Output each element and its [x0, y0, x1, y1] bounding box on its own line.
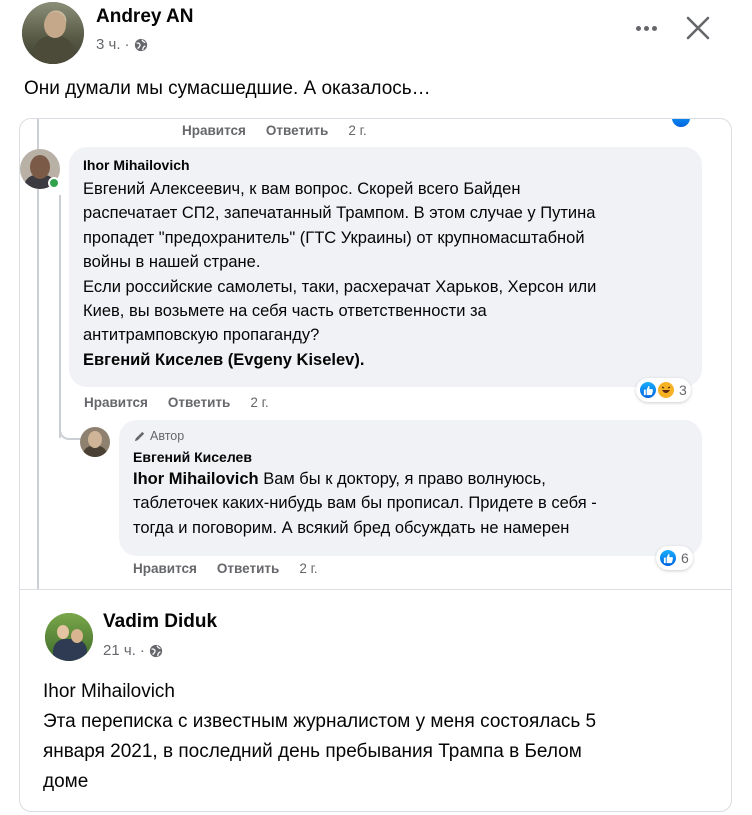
- post-text: Они думали мы сумасшедшие. А оказалось…: [24, 78, 431, 99]
- shared-post-author[interactable]: Vadim Diduk: [103, 611, 217, 633]
- reply-avatar[interactable]: [80, 427, 110, 457]
- reply-link[interactable]: Ответить: [217, 561, 279, 576]
- shared-post-time[interactable]: 21 ч.: [103, 642, 136, 659]
- thread-line: [59, 195, 61, 438]
- post-header: Andrey AN 3 ч. ·: [0, 0, 752, 70]
- comment-bubble: Ihor Mihailovich Евгений Алексеевич, к в…: [69, 147, 702, 387]
- like-link[interactable]: Нравится: [133, 561, 197, 576]
- pencil-icon: [134, 431, 145, 441]
- close-icon[interactable]: [684, 14, 712, 42]
- shared-post-meta: 21 ч. ·: [103, 642, 163, 659]
- more-icon[interactable]: [630, 14, 662, 42]
- comment-time[interactable]: 2 г.: [299, 561, 317, 576]
- reply-link[interactable]: Ответить: [266, 123, 328, 138]
- author-name[interactable]: Andrey AN: [96, 6, 193, 28]
- mention-link[interactable]: Евгений Киселев (Evgeny Kiselev).: [83, 351, 364, 369]
- card-divider: [20, 589, 731, 590]
- post-meta: 3 ч. ·: [96, 36, 148, 53]
- reply-link[interactable]: Ответить: [168, 395, 230, 410]
- shared-post-card[interactable]: Нравится Ответить 2 г. Ihor Mihailovich …: [19, 118, 732, 812]
- comment-actions: Нравится Ответить 2 г.: [84, 395, 269, 410]
- comment-time[interactable]: 2 г.: [348, 123, 366, 138]
- comment-author[interactable]: Ihor Mihailovich: [83, 157, 688, 173]
- author-badge: Автор: [133, 429, 688, 443]
- shared-post-text: Ihor Mihailovich Эта переписка с известн…: [43, 681, 597, 792]
- post-time[interactable]: 3 ч.: [96, 36, 121, 53]
- reply-text: Ihor Mihailovich Вам бы к доктору, я пра…: [133, 470, 597, 537]
- author-avatar[interactable]: [22, 2, 84, 64]
- thread-line-outer: [37, 119, 39, 589]
- like-reaction-icon: [658, 548, 678, 568]
- comment-reactions[interactable]: 3: [636, 378, 691, 402]
- meta-separator: ·: [139, 642, 145, 659]
- reply-actions: Нравится Ответить 2 г.: [133, 561, 318, 576]
- reply-bubble: Автор Евгений Киселев Ihor Mihailovich В…: [119, 420, 702, 556]
- comment-time[interactable]: 2 г.: [250, 395, 268, 410]
- top-comment-actions: Нравится Ответить 2 г.: [182, 123, 367, 138]
- globe-icon[interactable]: [149, 644, 163, 658]
- reactions-count: 6: [681, 550, 689, 566]
- thread-connector: [59, 428, 81, 440]
- like-reaction-icon: [670, 119, 694, 129]
- reactions-count: 3: [679, 382, 687, 398]
- online-status-dot: [48, 177, 60, 189]
- reply-author[interactable]: Евгений Киселев: [133, 449, 688, 465]
- vadim-avatar[interactable]: [45, 613, 93, 661]
- reply-reactions[interactable]: 6: [656, 546, 693, 570]
- globe-icon[interactable]: [134, 38, 148, 52]
- like-link[interactable]: Нравится: [182, 123, 246, 138]
- haha-reaction-icon: [656, 380, 676, 400]
- comment-text: Евгений Алексеевич, к вам вопрос. Скорей…: [83, 180, 597, 369]
- like-link[interactable]: Нравится: [84, 395, 148, 410]
- like-reaction-icon: [638, 380, 658, 400]
- meta-separator: ·: [124, 36, 130, 53]
- mention-link[interactable]: Ihor Mihailovich: [133, 470, 259, 488]
